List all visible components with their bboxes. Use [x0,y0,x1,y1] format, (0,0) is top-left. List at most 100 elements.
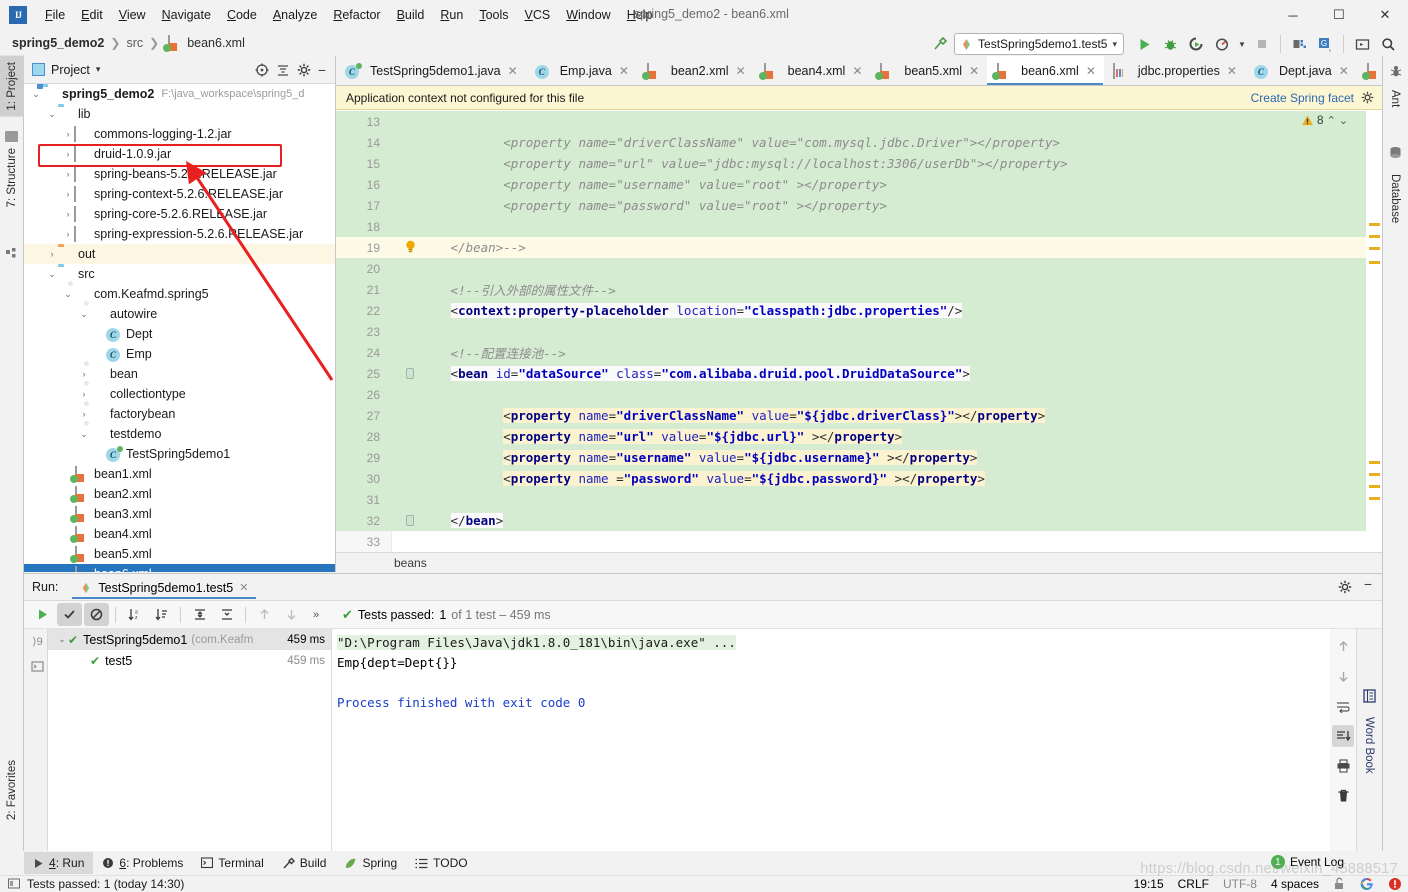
tree-expand-arrow[interactable]: › [62,149,74,159]
bottom-tab-terminal[interactable]: Terminal [192,852,272,874]
expand-all-button[interactable] [187,603,212,626]
editor-tab-dept-java[interactable]: CDept.java✕ [1245,56,1357,85]
tree-node[interactable]: ›spring-beans-5.2.6.RELEASE.jar [24,164,335,184]
gear-icon[interactable] [297,63,311,77]
prev-warning-icon[interactable]: ⌃ [1327,114,1336,127]
tree-node[interactable]: ›spring-context-5.2.6.RELEASE.jar [24,184,335,204]
tree-node[interactable]: bean4.xml [24,524,335,544]
editor-tab-bean[interactable]: bean [1357,56,1382,85]
sidebar-tab-word-book[interactable]: Word Book [1357,711,1381,780]
maximize-button[interactable]: ☐ [1316,0,1362,30]
show-ignored-button[interactable] [84,603,109,626]
tree-node[interactable]: ⌄autowire [24,304,335,324]
code-line[interactable]: 15<property name="url" value="jdbc:mysql… [336,153,1382,174]
indent-setting[interactable]: 4 spaces [1271,877,1319,891]
clear-all-button[interactable] [1332,785,1354,807]
code-line[interactable]: 18 [336,216,1382,237]
debug-button[interactable] [1158,32,1182,56]
close-icon[interactable]: ✕ [1339,64,1349,78]
code-lines[interactable]: 1314<property name="driverClassName" val… [336,111,1382,572]
tree-node[interactable]: ›collectiontype [24,384,335,404]
project-view-dropdown-icon[interactable]: ▾ [96,64,101,75]
tree-node[interactable]: ›factorybean [24,404,335,424]
tree-node[interactable]: ›druid-1.0.9.jar [24,144,335,164]
editor-tab-emp-java[interactable]: CEmp.java✕ [526,56,637,85]
code-line[interactable]: 32</bean> [336,510,1382,531]
tree-expand-arrow[interactable]: › [78,409,90,419]
search-icon[interactable] [1376,32,1400,56]
sidebar-tab-database[interactable]: Database [1383,168,1407,229]
tree-expand-arrow[interactable]: › [62,189,74,199]
tree-node[interactable]: bean6.xml [24,564,335,572]
tree-expand-arrow[interactable]: ⌄ [78,429,90,440]
test-tree-row[interactable]: ✔test5459 ms [48,650,331,671]
print-button[interactable] [1332,755,1354,777]
file-encoding[interactable]: UTF-8 [1223,877,1257,891]
code-editor[interactable]: 1314<property name="driverClassName" val… [336,111,1382,572]
bottom-tab-build[interactable]: Build [273,852,336,874]
soft-wrap-button[interactable] [1332,695,1354,717]
code-line[interactable]: 14<property name="driverClassName" value… [336,132,1382,153]
tree-expand-arrow[interactable]: ⌄ [30,89,42,100]
code-line[interactable]: 28<property name="url" value="${jdbc.url… [336,426,1382,447]
tree-expand-arrow[interactable]: › [62,129,74,139]
editor-tab-bar[interactable]: CTestSpring5demo1.java✕CEmp.java✕bean2.x… [336,56,1382,86]
code-line[interactable]: 27<property name="driverClassName" value… [336,405,1382,426]
code-line[interactable]: 29<property name="username" value="${jdb… [336,447,1382,468]
sort-by-duration-button[interactable] [149,603,174,626]
warning-count-badge[interactable]: 8 ⌃ ⌄ [1301,113,1348,127]
breadcrumb-folder[interactable]: src [126,36,143,50]
console-rail-icon[interactable] [31,660,44,673]
run-with-coverage-button[interactable] [1184,32,1208,56]
tree-node[interactable]: bean3.xml [24,504,335,524]
profiler-button[interactable] [1210,32,1234,56]
editor-tab-bean4-xml[interactable]: bean4.xml✕ [754,56,871,85]
tree-expand-arrow[interactable]: ⌄ [46,109,58,120]
sort-alphabetically-button[interactable]: az [122,603,147,626]
tree-expand-arrow[interactable]: ⌄ [78,309,90,320]
menu-analyze[interactable]: Analyze [265,5,325,25]
sidebar-tab-structure[interactable]: 7: Structure [0,142,24,213]
tree-expand-arrow[interactable]: › [46,249,58,259]
code-line[interactable]: 22<context:property-placeholder location… [336,300,1382,321]
create-spring-facet-link[interactable]: Create Spring facet [1251,91,1354,105]
code-line[interactable]: 33 [336,531,1382,552]
bottom-tool-tabs[interactable]: 4: Run6: ProblemsTerminalBuildSpringTODO [0,851,1408,875]
next-warning-icon[interactable]: ⌄ [1339,114,1348,127]
stop-button[interactable] [1250,32,1274,56]
close-icon[interactable]: ✕ [619,64,629,78]
console-output[interactable]: "D:\Program Files\Java\jdk1.8.0_181\bin\… [333,629,1332,851]
editor-breadcrumb-element[interactable]: beans [394,556,427,570]
bottom-tab-6-problems[interactable]: 6: Problems [93,852,192,874]
sidebar-tab-ant[interactable]: Ant [1383,84,1407,113]
tree-node[interactable]: ⌄com.Keafmd.spring5 [24,284,335,304]
code-line[interactable]: 25<bean id="dataSource" class="com.aliba… [336,363,1382,384]
next-failed-test-button[interactable] [279,603,304,626]
menu-refactor[interactable]: Refactor [325,5,388,25]
tree-node[interactable]: CDept [24,324,335,344]
sidebar-tab-favorites[interactable]: 2: Favorites [0,754,24,826]
breadcrumb-file[interactable]: bean6.xml [187,36,245,50]
code-line[interactable]: 23 [336,321,1382,342]
tree-node[interactable]: ⌄spring5_demo2F:\java_workspace\spring5_… [24,84,335,104]
close-icon[interactable]: ✕ [736,64,746,78]
test-tree-row[interactable]: ⌄✔TestSpring5demo1(com.Keafm459 ms [48,629,331,650]
lock-open-icon[interactable] [1333,877,1346,890]
tree-expand-arrow[interactable]: › [78,389,90,399]
bottom-tab-4-run[interactable]: 4: Run [24,852,93,874]
error-icon[interactable] [1388,877,1402,891]
code-line[interactable]: 24<!--配置连接池--> [336,342,1382,363]
scroll-down-button[interactable] [1332,665,1354,687]
scroll-to-end-button[interactable] [1332,725,1354,747]
run-session-tab[interactable]: TestSpring5demo1.test5 ✕ [72,577,256,598]
project-tree[interactable]: ⌄spring5_demo2F:\java_workspace\spring5_… [24,84,335,572]
code-line[interactable]: 16<property name="username" value="root"… [336,174,1382,195]
tree-node[interactable]: CEmp [24,344,335,364]
analysis-stripe[interactable] [1366,111,1382,572]
tree-node[interactable]: ›bean [24,364,335,384]
tree-expand-arrow[interactable]: › [62,169,74,179]
intention-bulb-icon[interactable] [404,240,417,254]
editor-tab-bean2-xml[interactable]: bean2.xml✕ [637,56,754,85]
chevron-down-icon[interactable]: ▾ [1112,39,1117,50]
code-fold-marker[interactable] [406,515,414,526]
